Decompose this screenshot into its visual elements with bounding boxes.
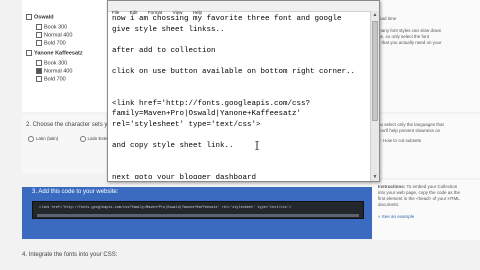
scroll-up-icon[interactable]: ▲ [371,11,379,19]
notepad-line: now i am chossing my favorite three font… [112,15,342,23]
font-family-row[interactable]: Yanone Kaffeesatz [26,50,83,56]
radio-icon [28,136,34,142]
font-style-label: Normal 400 [44,68,73,75]
font-style-list: Oswald Book 300 Normal 400 Bold 700 Yanone K… [22,0,109,112]
font-style-row[interactable]: Bold 700 [36,76,66,82]
instructions-line: into your web page, copy the code as the [378,190,461,195]
note-line: many font styles can slow down [378,28,442,33]
checkbox-icon[interactable] [36,40,42,46]
notepad-line: and copy style sheet link.. [112,142,234,151]
font-style-row[interactable]: Normal 400 [36,68,72,74]
note-link[interactable]: e: How to cut subsets [378,138,421,143]
checkbox-icon[interactable] [36,32,42,38]
checkbox-icon[interactable] [36,24,42,30]
add-code-section: 3. Add this code to your website: <link … [22,187,372,239]
character-sets-section: 2. Choose the character sets yo Latin (l… [22,114,129,174]
notepad-line: give style sheet linkss.. [112,25,225,34]
font-style-label: Book 300 [44,60,68,67]
instructions-note: Instructions: To embed your Collection i… [372,180,480,240]
section-heading: 3. Add this code to your website: [32,189,119,195]
notepad-line: after add to collection [112,46,216,55]
font-style-row[interactable]: Book 300 [36,24,67,30]
note-line: load time [378,16,397,21]
see-example-link[interactable]: » See an example [378,214,414,219]
checkbox-icon[interactable] [36,76,42,82]
notepad-text-area[interactable]: now i am chossing my favorite three font… [112,11,367,179]
checkbox-icon[interactable] [26,14,32,20]
font-style-label: Oswald [34,14,54,21]
notepad-window[interactable]: File Edit Format View Help now i am chos… [107,0,380,182]
font-style-label: Yanone Kaffeesatz [34,50,83,57]
notepad-line: rel='stylesheet' type='text/css'> [112,121,261,129]
font-style-row[interactable]: Normal 400 [36,32,72,38]
note-line: you'll help prevent slowness on [378,128,441,133]
font-style-label: Normal 400 [44,32,73,39]
instructions-line: To embed your Collection [406,184,458,189]
font-style-row[interactable]: Bold 700 [36,40,66,46]
scroll-down-icon[interactable]: ▼ [371,173,379,181]
checkbox-icon[interactable] [26,50,32,56]
charset-latin[interactable]: Latin (latin) [28,136,68,142]
font-style-label: Book 300 [44,24,68,31]
font-style-label: Bold 700 [44,76,66,83]
embed-code[interactable]: <link href='http://fonts.googleapis.com/… [39,206,291,210]
instructions-line: first element in the <head> of your HTML [378,196,460,201]
note-line: s that you actually need on your [378,40,442,45]
checkbox-checked-icon[interactable] [36,68,42,74]
section-heading: 2. Choose the character sets yo [26,122,111,128]
integrate-css-heading: 4. Integrate the fonts into your CSS: [22,252,118,258]
radio-icon [79,136,86,142]
notepad-scrollbar[interactable]: ▲ ▼ [370,11,379,181]
notepad-line: click on use button available on bottom … [112,68,356,76]
instructions-label: Instructions: [378,184,406,189]
note-line: ou select only the languages that [378,122,444,127]
notepad-line: family=Maven+Pro|Oswald|Yanone+Kaffeesat… [112,110,302,119]
instructions-line: document. [378,202,400,207]
text-cursor-icon [255,141,259,150]
notepad-line: <link href='http://fonts.googleapis.com/… [112,99,311,108]
font-family-row[interactable]: Oswald [26,14,54,20]
embed-code-box[interactable]: <link href='http://fonts.googleapis.com/… [32,201,364,219]
checkbox-icon[interactable] [36,60,42,66]
code-scrollbar[interactable] [37,214,359,217]
font-style-label: Bold 700 [44,40,66,47]
scroll-thumb[interactable] [372,21,378,121]
page-load-note: load time many font styles can slow down… [372,0,480,112]
notepad-line: next goto your blogger dashboard [112,174,257,179]
note-line: ge, so only select the font [378,34,430,39]
languages-note: ou select only the languages that you'll… [372,114,480,178]
font-style-row[interactable]: Book 300 [36,60,67,66]
instructions-text: Instructions: To embed your Collection [378,184,457,189]
